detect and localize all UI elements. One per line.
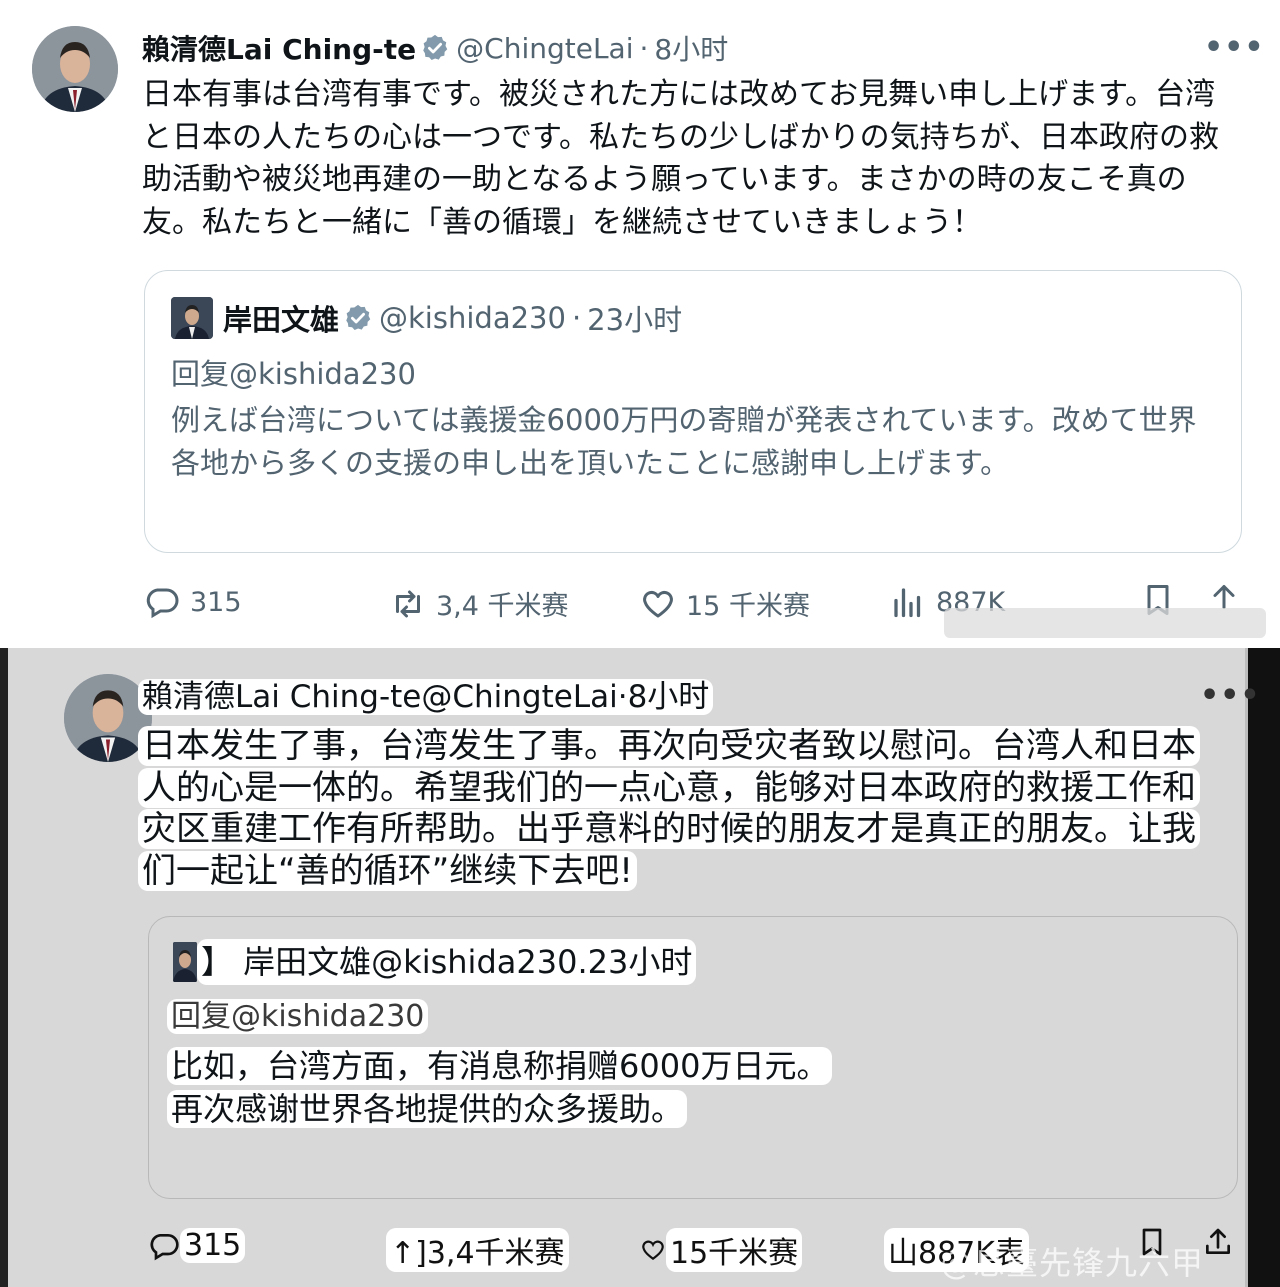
watermark: @息臺先锋九六甲 [940, 1244, 1205, 1282]
more-options-icon[interactable]: ••• [1204, 30, 1265, 65]
repost-button[interactable]: 3,4 千米赛 [390, 584, 569, 623]
quoted-tweet-header: 岸田文雄 @kishida230 · 23小时 [171, 297, 682, 339]
share-icon [1206, 1228, 1230, 1254]
reply-icon [146, 588, 179, 619]
translated-header: 賴清德Lai Ching-te@ChingteLai·8小时 [138, 674, 714, 720]
original-tweet-panel: 賴清德Lai Ching-te @ChingteLai · 8小时 ••• 日本… [0, 0, 1280, 648]
left-edge [0, 648, 8, 1287]
share-button[interactable] [1202, 1226, 1234, 1258]
translated-header-text: 賴清德Lai Ching-te@ChingteLai·8小时 [138, 679, 714, 715]
reply-count: 315 [190, 586, 242, 618]
quoted-author-handle: @kishida230 [379, 301, 566, 335]
like-icon [642, 1240, 664, 1260]
reply-to-label: 回复@kishida230 [171, 357, 416, 391]
reply-button[interactable]: 315 [148, 1228, 246, 1263]
like-button[interactable]: 15 千米赛 [640, 584, 810, 623]
quoted-author-avatar [173, 942, 197, 982]
author-avatar[interactable] [32, 26, 118, 112]
translated-quoted-line-2: 再次感谢世界各地提供的众多援助。 [167, 1090, 688, 1128]
translated-tweet-panel: 賴清德Lai Ching-te@ChingteLai·8小时 ••• 日本发生了… [0, 648, 1280, 1287]
quoted-author-name: 岸田文雄 [223, 303, 340, 337]
separator-dot: · [571, 301, 582, 335]
verified-badge-icon [346, 304, 371, 330]
reply-icon [150, 1233, 179, 1260]
reply-to-label: 回复@kishida230 [167, 997, 429, 1037]
like-icon [643, 590, 673, 617]
repost-count: 3,4 千米赛 [436, 591, 569, 622]
tweet-timestamp[interactable]: 8小时 [654, 28, 728, 68]
quoted-timestamp: 23小时 [587, 303, 683, 337]
quoted-author-avatar [171, 297, 213, 339]
views-icon [894, 588, 921, 618]
blurred-watermark [944, 608, 1266, 638]
translated-quoted-header-text: 】 岸田文雄@kishida230.23小时 [197, 939, 697, 985]
verified-badge-icon [423, 34, 448, 60]
repost-icon [396, 590, 420, 617]
separator-dot: · [639, 31, 649, 65]
translated-quoted-card[interactable]: 】 岸田文雄@kishida230.23小时 回复@kishida230 比如，… [148, 916, 1238, 1199]
translated-body-text: 日本发生了事，台湾发生了事。再次向受灾者致以慰问。台湾人和日本人的心是一体的。希… [138, 726, 1200, 891]
author-handle[interactable]: @ChingteLai [456, 32, 633, 65]
right-edge-bar [1248, 648, 1280, 1287]
translated-quoted-text: 比如，台湾方面，有消息称捐赠6000万日元。 再次感谢世界各地提供的众多援助。 [167, 1045, 1207, 1131]
translated-quoted-header: 】 岸田文雄@kishida230.23小时 [173, 939, 697, 985]
more-options-icon[interactable]: ••• [1200, 678, 1261, 713]
repost-count: ↑]3,4千米赛 [386, 1228, 569, 1272]
like-button[interactable]: 15千米赛 [640, 1228, 803, 1272]
reply-to-text: 回复@kishida230 [167, 999, 429, 1034]
like-count: 15 千米赛 [686, 591, 810, 622]
author-name[interactable]: 賴清德Lai Ching-te [142, 28, 416, 68]
like-count: 15千米赛 [666, 1228, 803, 1272]
quoted-tweet-text: 例えば台湾については義援金6000万円の寄贈が発表されています。改めて世界各地か… [171, 403, 1197, 480]
reply-button[interactable]: 315 [144, 584, 242, 620]
tweet-text: 日本有事は台湾有事です。被災された方には改めてお見舞い申し上げます。台湾と日本の… [142, 77, 1219, 240]
translated-quoted-line-1: 比如，台湾方面，有消息称捐赠6000万日元。 [167, 1047, 833, 1085]
translated-tweet-text: 日本发生了事，台湾发生了事。再次向受灾者致以慰问。台湾人和日本人的心是一体的。希… [138, 726, 1218, 892]
tweet-header: 賴清德Lai Ching-te @ChingteLai · 8小时 [142, 28, 728, 68]
quoted-tweet-card[interactable]: 岸田文雄 @kishida230 · 23小时 回复@kishida230 例え… [144, 270, 1242, 553]
reply-count: 315 [180, 1228, 246, 1263]
repost-button[interactable]: ↑]3,4千米赛 [386, 1228, 569, 1272]
